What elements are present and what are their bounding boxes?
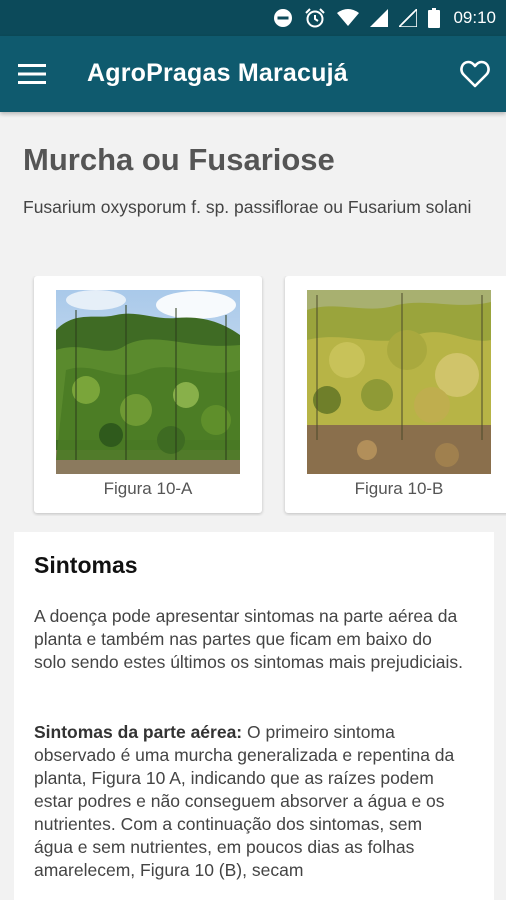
aerial-symptoms-text: Sintomas da parte aérea: O primeiro sint… (34, 721, 464, 882)
aerial-symptoms-body: O primeiro sintoma observado é uma murch… (34, 722, 455, 880)
image-caption: Figura 10-A (103, 479, 193, 498)
content-area[interactable]: Murcha ou Fusariose Fusarium oxysporum f… (0, 112, 506, 900)
hamburger-menu-icon (18, 64, 46, 84)
alarm-icon (305, 8, 326, 28)
do-not-disturb-icon (274, 9, 293, 27)
plant-photo[interactable] (307, 290, 491, 474)
status-icons: 09:10 (273, 7, 496, 29)
plant-photo[interactable] (56, 290, 240, 474)
signal-icon (370, 9, 389, 27)
scientific-name: Fusarium oxysporum f. sp. passiflorae ou… (23, 197, 472, 217)
menu-button[interactable] (14, 56, 50, 92)
symptoms-intro: A doença pode apresentar sintomas na par… (34, 606, 463, 672)
heart-outline-icon (460, 60, 490, 88)
signal-empty-icon (399, 9, 418, 27)
page-title: Murcha ou Fusariose (23, 142, 335, 177)
section-title: Sintomas (34, 552, 138, 578)
image-caption: Figura 10-B (354, 479, 444, 498)
symptoms-section: Sintomas A doença pode apresentar sintom… (14, 532, 494, 900)
favorite-button[interactable] (456, 56, 494, 92)
wifi-icon (337, 9, 360, 26)
app-title: AgroPragas Maracujá (87, 59, 348, 87)
gallery-card[interactable]: Figura 10-B (285, 276, 506, 513)
status-bar: 09:10 (0, 0, 506, 36)
image-gallery[interactable]: Figura 10-A Figura 10-B (0, 276, 506, 516)
status-time: 09:10 (453, 8, 496, 27)
battery-icon (428, 8, 441, 28)
gallery-card[interactable]: Figura 10-A (34, 276, 262, 513)
app-bar: AgroPragas Maracujá (0, 36, 506, 112)
aerial-symptoms-label: Sintomas da parte aérea: (34, 722, 243, 742)
